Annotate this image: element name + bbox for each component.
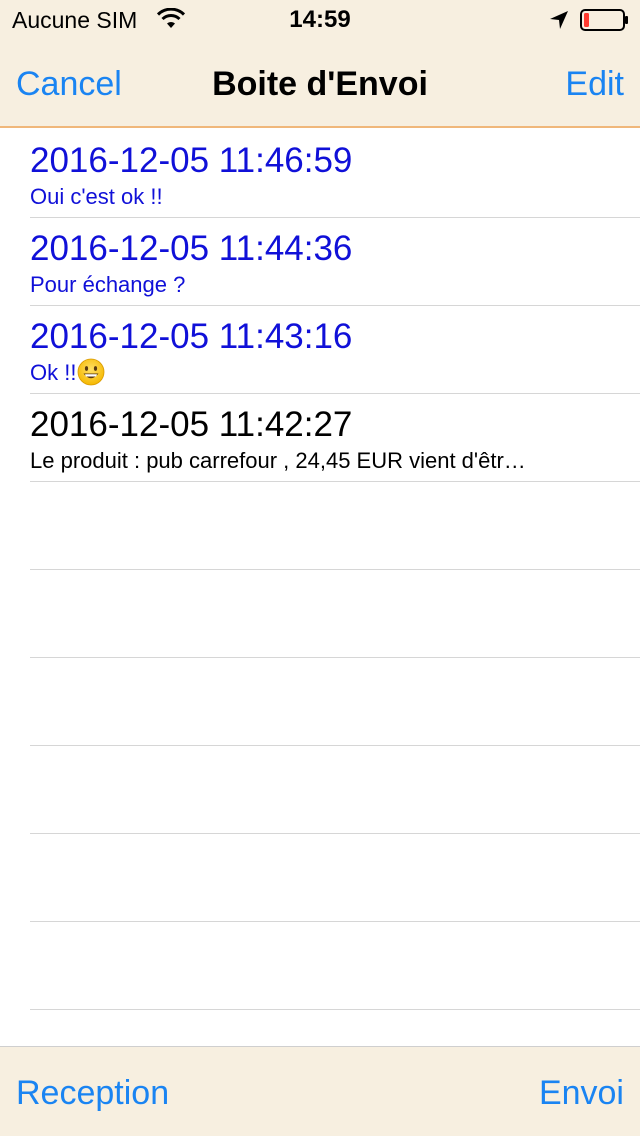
edit-button[interactable]: Edit <box>565 64 624 104</box>
status-bar: Aucune SIM 14:59 <box>0 0 640 40</box>
status-time: 14:59 <box>289 6 351 33</box>
page-title: Boite d'Envoi <box>212 65 428 103</box>
battery-low-icon <box>580 9 628 31</box>
message-preview: Ok !! <box>30 360 77 385</box>
message-row[interactable]: 2016-12-05 11:43:16 Ok !! <box>30 306 640 394</box>
empty-row <box>30 570 640 658</box>
message-date: 2016-12-05 11:44:36 <box>30 229 353 268</box>
bottom-toolbar: Reception Envoi <box>0 1046 640 1136</box>
location-arrow-icon <box>550 11 568 29</box>
envoi-button[interactable]: Envoi <box>539 1073 624 1113</box>
message-date: 2016-12-05 11:42:27 <box>30 405 353 444</box>
empty-row <box>30 482 640 570</box>
empty-row <box>30 746 640 834</box>
message-row[interactable]: 2016-12-05 11:42:27 Le produit : pub car… <box>30 394 640 482</box>
reception-button[interactable]: Reception <box>16 1073 169 1113</box>
grinning-face-icon <box>78 358 105 386</box>
message-list: 2016-12-05 11:46:59 Oui c'est ok !! 2016… <box>0 130 640 1010</box>
message-row[interactable]: 2016-12-05 11:44:36 Pour échange ? <box>30 218 640 306</box>
empty-row <box>30 834 640 922</box>
message-date: 2016-12-05 11:46:59 <box>30 141 353 180</box>
message-preview-container: Ok !! <box>30 358 606 388</box>
message-row[interactable]: 2016-12-05 11:46:59 Oui c'est ok !! <box>30 130 640 218</box>
top-bar: Aucune SIM 14:59 Cancel Boite d'Envoi Ed… <box>0 0 640 128</box>
message-preview: Le produit : pub carrefour , 24,45 EUR v… <box>30 448 526 473</box>
empty-row <box>30 658 640 746</box>
empty-row <box>30 922 640 1010</box>
message-date: 2016-12-05 11:43:16 <box>30 317 353 356</box>
message-preview: Pour échange ? <box>30 272 186 297</box>
message-preview: Oui c'est ok !! <box>30 184 163 209</box>
